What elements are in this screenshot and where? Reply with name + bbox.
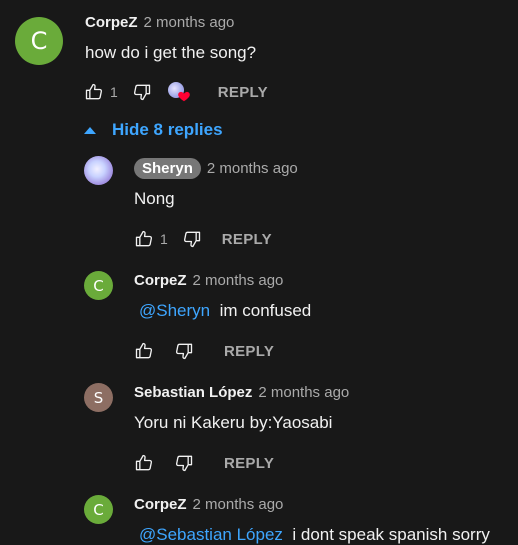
comment-author[interactable]: CorpeZ — [85, 14, 138, 31]
comment-header: CorpeZ 2 months ago — [85, 14, 234, 31]
comment-text: @Sebastian López i dont speak spanish so… — [139, 525, 490, 545]
avatar-letter: C — [93, 500, 104, 519]
reply-button[interactable]: REPLY — [224, 343, 274, 360]
avatar[interactable]: C — [84, 495, 113, 524]
like-count: 1 — [160, 231, 168, 247]
thumbs-up-icon[interactable] — [134, 453, 154, 473]
avatar-letter: S — [93, 388, 104, 407]
comment-time[interactable]: 2 months ago — [193, 496, 284, 513]
comment-header: Sheryn 2 months ago — [134, 158, 298, 179]
avatar-letter: C — [30, 27, 48, 55]
comment-text: how do i get the song? — [85, 43, 257, 62]
reply-button[interactable]: REPLY — [222, 231, 272, 248]
comment-header: CorpeZ 2 months ago — [134, 272, 283, 289]
mention-link[interactable]: @Sheryn — [139, 301, 210, 320]
thumbs-down-icon[interactable] — [182, 229, 202, 249]
comment-time[interactable]: 2 months ago — [193, 272, 284, 289]
avatar[interactable]: S — [84, 383, 113, 412]
avatar[interactable]: C — [84, 271, 113, 300]
thumbs-up-icon[interactable] — [84, 82, 104, 102]
comment-header: CorpeZ 2 months ago — [134, 496, 283, 513]
comment-body: i dont speak spanish sorry — [292, 525, 490, 544]
reply-button[interactable]: REPLY — [224, 455, 274, 472]
thumbs-down-icon[interactable] — [132, 82, 152, 102]
thumbs-up-icon[interactable] — [134, 341, 154, 361]
comment-text: Nong — [134, 189, 175, 208]
comment-author[interactable]: Sebastian López — [134, 384, 252, 401]
avatar[interactable]: C — [15, 17, 63, 65]
mention-link[interactable]: @Sebastian López — [139, 525, 283, 544]
thumbs-up-icon[interactable] — [134, 229, 154, 249]
hide-replies-label: Hide 8 replies — [112, 120, 223, 139]
thumbs-down-icon[interactable] — [174, 453, 194, 473]
like-count: 1 — [110, 84, 118, 100]
avatar[interactable] — [84, 156, 113, 185]
hide-replies-button[interactable]: Hide 8 replies — [84, 120, 223, 140]
comment-time[interactable]: 2 months ago — [207, 160, 298, 177]
comment-time[interactable]: 2 months ago — [258, 384, 349, 401]
comment-body: im confused — [219, 301, 312, 320]
comment-text: Yoru ni Kakeru by:Yaosabi — [134, 413, 333, 432]
comment-header: Sebastian López 2 months ago — [134, 384, 349, 401]
heart-icon — [177, 91, 190, 102]
comment-actions: 1 REPLY — [84, 80, 268, 104]
comment-author-chip[interactable]: Sheryn — [134, 158, 201, 179]
comment-actions: REPLY — [134, 339, 274, 363]
comment-actions: 1 REPLY — [134, 227, 272, 251]
comment-time[interactable]: 2 months ago — [144, 14, 235, 31]
comment-text: @Sheryn im confused — [139, 301, 311, 321]
avatar-letter: C — [93, 276, 104, 295]
thumbs-down-icon[interactable] — [174, 341, 194, 361]
creator-heart-icon — [166, 80, 192, 104]
chevron-up-icon — [84, 127, 96, 134]
comment-author[interactable]: CorpeZ — [134, 496, 187, 513]
comment-actions: REPLY — [134, 451, 274, 475]
reply-button[interactable]: REPLY — [218, 84, 268, 101]
comment-author[interactable]: CorpeZ — [134, 272, 187, 289]
